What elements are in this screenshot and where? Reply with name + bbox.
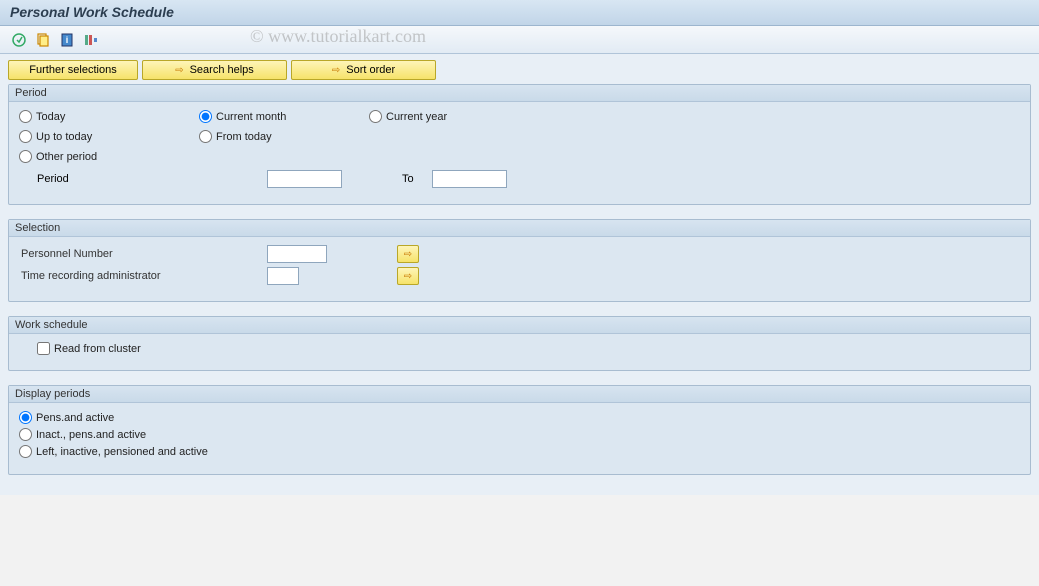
further-selections-button[interactable]: Further selections [8, 60, 138, 80]
personnel-number-multi-button[interactable]: ⇨ [397, 245, 419, 263]
sort-order-button[interactable]: ⇨ Sort order [291, 60, 436, 80]
radio-inact-pens-active-label: Inact., pens.and active [36, 429, 146, 441]
selection-button-row: Further selections ⇨ Search helps ⇨ Sort o… [8, 60, 1031, 80]
radio-up-to-today[interactable]: Up to today [19, 130, 92, 143]
time-admin-label: Time recording administrator [19, 270, 267, 282]
info-icon[interactable]: i [58, 31, 76, 49]
work-schedule-group-title: Work schedule [9, 317, 1030, 334]
svg-text:i: i [66, 35, 69, 45]
period-to-input[interactable] [432, 170, 507, 188]
sort-order-label: Sort order [346, 64, 395, 76]
display-periods-group-title: Display periods [9, 386, 1030, 403]
radio-up-to-today-label: Up to today [36, 131, 92, 143]
personnel-number-input[interactable] [267, 245, 327, 263]
time-admin-input[interactable] [267, 267, 299, 285]
title-bar: Personal Work Schedule [0, 0, 1039, 26]
display-periods-group: Display periods Pens.and active Inact., … [8, 385, 1031, 475]
search-helps-button[interactable]: ⇨ Search helps [142, 60, 287, 80]
time-admin-multi-button[interactable]: ⇨ [397, 267, 419, 285]
content-area: Further selections ⇨ Search helps ⇨ Sort o… [0, 54, 1039, 495]
read-from-cluster-checkbox[interactable]: Read from cluster [37, 342, 141, 355]
radio-current-year-label: Current year [386, 111, 447, 123]
radio-pens-active-label: Pens.and active [36, 412, 114, 424]
radio-today[interactable]: Today [19, 110, 65, 123]
radio-current-year[interactable]: Current year [369, 110, 447, 123]
read-from-cluster-label: Read from cluster [54, 343, 141, 355]
arrow-right-icon: ⇨ [332, 65, 340, 76]
app-toolbar: i [0, 26, 1039, 54]
radio-from-today[interactable]: From today [199, 130, 272, 143]
period-to-label: To [402, 173, 414, 185]
page-title: Personal Work Schedule [10, 4, 1029, 20]
period-field-label: Period [37, 173, 267, 185]
selection-group: Selection Personnel Number ⇨ Time record… [8, 219, 1031, 302]
radio-inact-pens-active[interactable]: Inact., pens.and active [19, 428, 146, 441]
personnel-number-label: Personnel Number [19, 248, 267, 260]
radio-left-inactive[interactable]: Left, inactive, pensioned and active [19, 445, 208, 458]
radio-left-inactive-label: Left, inactive, pensioned and active [36, 446, 208, 458]
radio-pens-active[interactable]: Pens.and active [19, 411, 114, 424]
period-group: Period Today Current month Current year … [8, 84, 1031, 205]
radio-from-today-label: From today [216, 131, 272, 143]
search-helps-label: Search helps [190, 64, 254, 76]
period-group-title: Period [9, 85, 1030, 102]
selection-group-title: Selection [9, 220, 1030, 237]
radio-current-month-label: Current month [216, 111, 286, 123]
period-from-input[interactable] [267, 170, 342, 188]
structure-icon[interactable] [82, 31, 100, 49]
arrow-right-icon: ⇨ [175, 65, 183, 76]
radio-today-label: Today [36, 111, 65, 123]
arrow-right-icon: ⇨ [404, 249, 412, 260]
radio-other-period[interactable]: Other period [19, 150, 97, 163]
arrow-right-icon: ⇨ [404, 271, 412, 282]
radio-current-month[interactable]: Current month [199, 110, 286, 123]
execute-icon[interactable] [10, 31, 28, 49]
variant-icon[interactable] [34, 31, 52, 49]
radio-other-period-label: Other period [36, 151, 97, 163]
work-schedule-group: Work schedule Read from cluster [8, 316, 1031, 371]
